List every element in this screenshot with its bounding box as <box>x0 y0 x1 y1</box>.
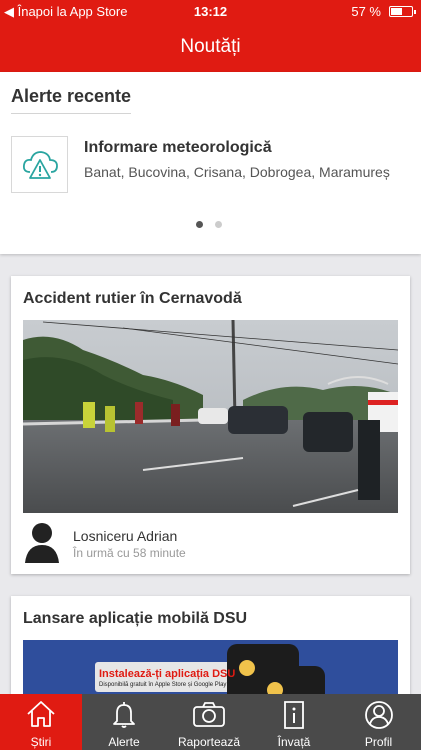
news-title: Accident rutier în Cernavodă <box>23 290 242 307</box>
news-card[interactable]: Accident rutier în Cernavodă Losniceru A… <box>11 276 410 574</box>
pager-dot[interactable] <box>215 221 222 228</box>
page-title: Noutăți <box>180 36 241 57</box>
pager-dot-active[interactable] <box>196 221 203 228</box>
info-icon <box>279 700 309 733</box>
tab-alerte[interactable]: Alerte <box>82 694 166 750</box>
home-icon <box>26 700 56 731</box>
back-to-app-store-link[interactable]: ◀ Înapoi la App Store <box>4 4 127 20</box>
profile-icon <box>364 700 394 733</box>
author-avatar <box>25 521 59 563</box>
tab-label: Raportează <box>177 735 241 749</box>
author-name: Losniceru Adrian <box>73 528 178 544</box>
recent-alerts-section: Alerte recente Informare meteorologică B… <box>0 72 421 254</box>
camera-icon <box>192 700 226 731</box>
bell-icon <box>109 700 139 731</box>
status-bar: ◀ Înapoi la App Store 13:12 57 % <box>0 0 421 22</box>
nav-bar: Noutăți <box>0 22 421 72</box>
alert-card[interactable]: Informare meteorologică Banat, Bucovina,… <box>11 136 411 198</box>
post-time: În urmă cu 58 minute <box>73 546 186 560</box>
banner-headline: Instalează-ți aplicația DSU <box>99 668 236 680</box>
weather-warning-icon <box>11 136 68 193</box>
news-photo <box>23 320 398 513</box>
tab-label: Alerte <box>108 735 140 749</box>
recent-alerts-heading: Alerte recente <box>11 86 132 114</box>
news-title: Lansare aplicație mobilă DSU <box>23 610 248 627</box>
tab-label: Profil <box>364 735 393 749</box>
tab-label: Știri <box>30 735 52 749</box>
banner-subtext: Disponibilă gratuit în Apple Store și Go… <box>99 682 227 688</box>
tab-bar: Știri Alerte Raportează Învață Profil <box>0 694 421 750</box>
tab-stiri[interactable]: Știri <box>0 694 82 750</box>
tab-raporteaza[interactable]: Raportează <box>166 694 252 750</box>
tab-profil[interactable]: Profil <box>336 694 421 750</box>
alert-description: Banat, Bucovina, Crisana, Dobrogea, Mara… <box>84 164 390 180</box>
alert-title: Informare meteorologică <box>84 139 272 156</box>
tab-invata[interactable]: Învață <box>252 694 336 750</box>
tab-label: Învață <box>277 735 311 749</box>
battery-icon <box>389 6 416 17</box>
battery-percent: 57 % <box>351 4 381 19</box>
